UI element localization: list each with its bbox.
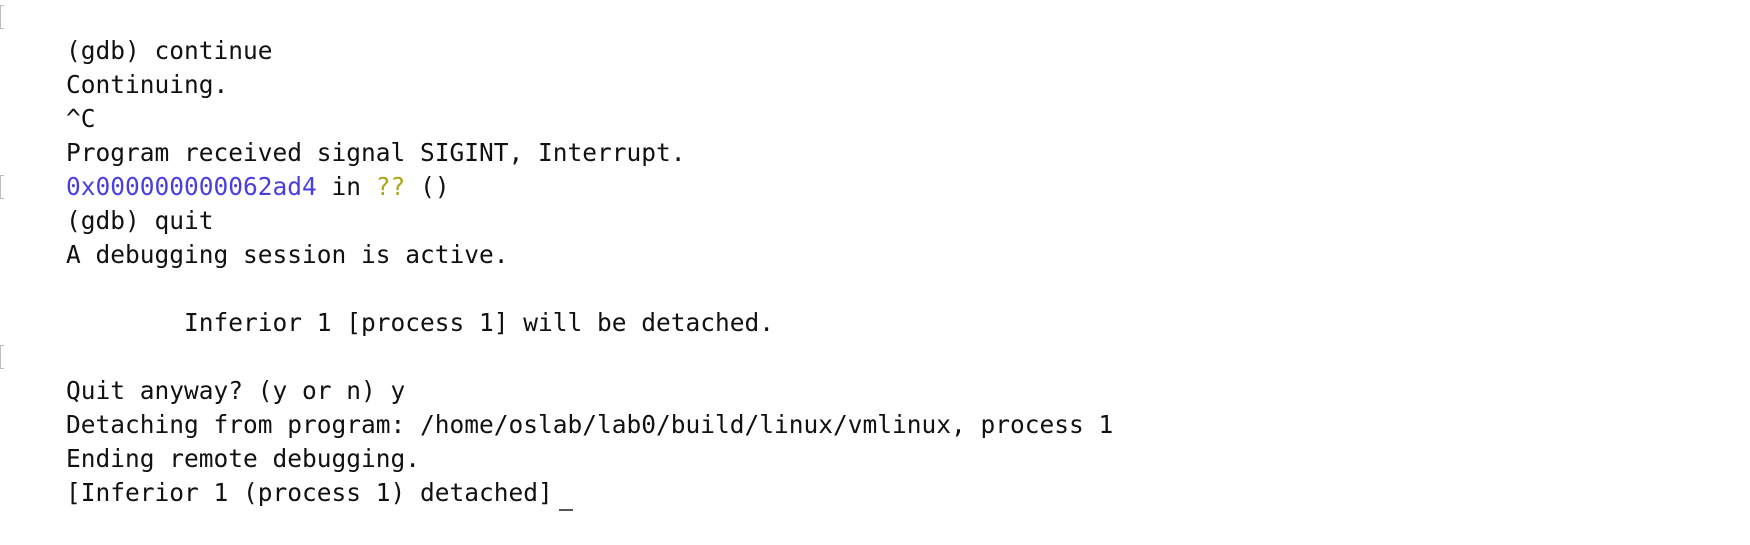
prompt-marker-icon <box>0 345 4 369</box>
text-cursor-icon <box>558 509 573 511</box>
terminal-line-continuing: Continuing. <box>0 34 1750 99</box>
terminal-line-inferior-detach: Inferior 1 [process 1] will be detached. <box>0 272 1750 337</box>
terminal-line-ending: Ending remote debugging. <box>0 408 1750 473</box>
terminal-line-session-active: A debugging session is active. <box>0 204 1750 269</box>
prompt-marker-icon <box>0 175 4 199</box>
terminal-line-detaching: Detaching from program: /home/oslab/lab0… <box>0 374 1750 439</box>
terminal-line-detached: [Inferior 1 (process 1) detached] <box>0 442 1750 511</box>
terminal-line-continue-command: (gdb) continue <box>0 0 1750 65</box>
terminal-line-frame: 0x000000000062ad4 in ?? () <box>0 136 1750 201</box>
prompt-marker-icon <box>0 5 4 29</box>
terminal-line-signal: Program received signal SIGINT, Interrup… <box>0 102 1750 167</box>
terminal-line-quit-command: (gdb) quit <box>0 170 1750 235</box>
terminal-line-ctrl-c: ^C <box>0 68 1750 133</box>
terminal-line-quit-prompt: Quit anyway? (y or n) y <box>0 340 1750 405</box>
terminal-window[interactable]: (gdb) continue Continuing. ^C Program re… <box>0 0 1750 511</box>
detached-output: [Inferior 1 (process 1) detached] <box>66 478 553 507</box>
